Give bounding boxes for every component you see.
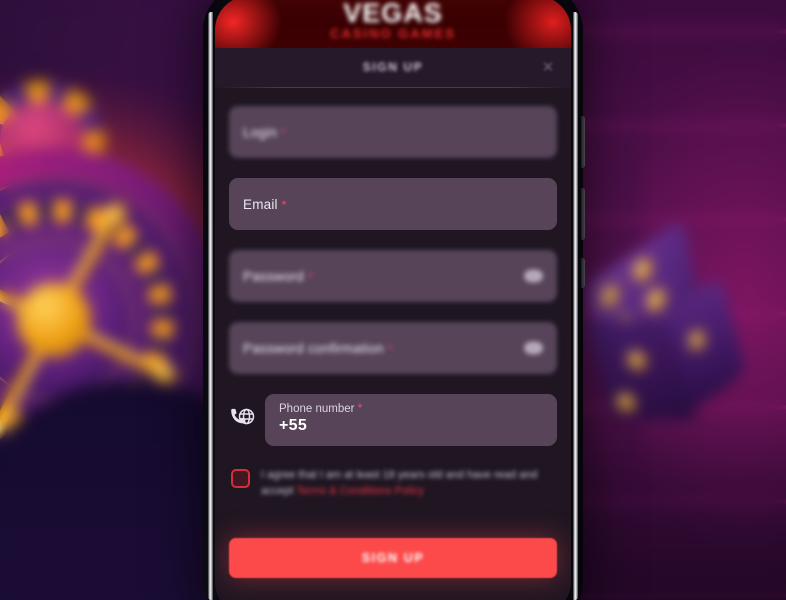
phone-number-label-text: Phone number <box>279 403 355 415</box>
phone-number-row: Phone number * +55 <box>229 394 557 446</box>
phone-volume-up-button[interactable] <box>581 116 585 168</box>
required-marker: * <box>387 341 393 356</box>
login-field[interactable]: Login * <box>229 106 557 158</box>
email-field-label: Email * <box>243 197 543 212</box>
screenshot-stage: VEGAS CASINO GAMES SIGN UP ✕ Login * Ema… <box>0 0 786 600</box>
password-label-text: Password <box>243 268 304 284</box>
globe-phone-icon[interactable] <box>229 407 255 433</box>
close-icon[interactable]: ✕ <box>537 57 559 79</box>
signup-submit-button[interactable]: SIGN UP <box>229 538 557 578</box>
phone-volume-down-button[interactable] <box>581 188 585 240</box>
modal-title: SIGN UP <box>362 60 424 74</box>
password-field-label: Password * <box>243 269 543 284</box>
promo-banner[interactable]: VEGAS CASINO GAMES <box>215 0 571 48</box>
email-field[interactable]: Email * <box>229 178 557 230</box>
phone-number-field[interactable]: Phone number * +55 <box>265 394 557 446</box>
required-marker: * <box>307 269 313 284</box>
phone-power-button[interactable] <box>581 258 585 288</box>
phone-screen: VEGAS CASINO GAMES SIGN UP ✕ Login * Ema… <box>215 0 571 600</box>
terms-checkbox[interactable] <box>231 469 250 488</box>
password-confirmation-label-text: Password confirmation <box>243 340 384 356</box>
terms-text: I agree that I am at least 18 years old … <box>261 468 555 499</box>
password-confirmation-field-label: Password confirmation * <box>243 341 543 356</box>
modal-header: SIGN UP ✕ <box>215 48 571 87</box>
promo-banner-subtitle: CASINO GAMES <box>330 26 456 41</box>
login-label-text: Login <box>243 124 278 140</box>
phone-left-edge <box>208 12 213 600</box>
required-marker: * <box>357 401 363 415</box>
required-marker: * <box>281 197 287 212</box>
submit-button-wrapper: SIGN UP <box>229 538 557 578</box>
email-label-text: Email <box>243 196 278 212</box>
required-marker: * <box>281 125 286 140</box>
promo-banner-title: VEGAS <box>343 0 443 28</box>
login-field-label: Login * <box>243 125 543 140</box>
eye-icon[interactable] <box>524 341 543 355</box>
password-confirmation-field[interactable]: Password confirmation * <box>229 322 557 374</box>
phone-number-value: +55 <box>279 417 308 434</box>
phone-number-label: Phone number * <box>279 401 543 415</box>
signup-submit-label: SIGN UP <box>361 551 425 565</box>
password-field[interactable]: Password * <box>229 250 557 302</box>
terms-agreement-row: I agree that I am at least 18 years old … <box>229 468 557 499</box>
phone-right-edge <box>573 12 578 600</box>
signup-form: Login * Email * Password * Password conf… <box>215 88 571 600</box>
phone-mockup: VEGAS CASINO GAMES SIGN UP ✕ Login * Ema… <box>203 0 585 600</box>
eye-icon[interactable] <box>524 269 543 283</box>
terms-conditions-link[interactable]: Terms & Conditions Policy <box>296 485 424 497</box>
